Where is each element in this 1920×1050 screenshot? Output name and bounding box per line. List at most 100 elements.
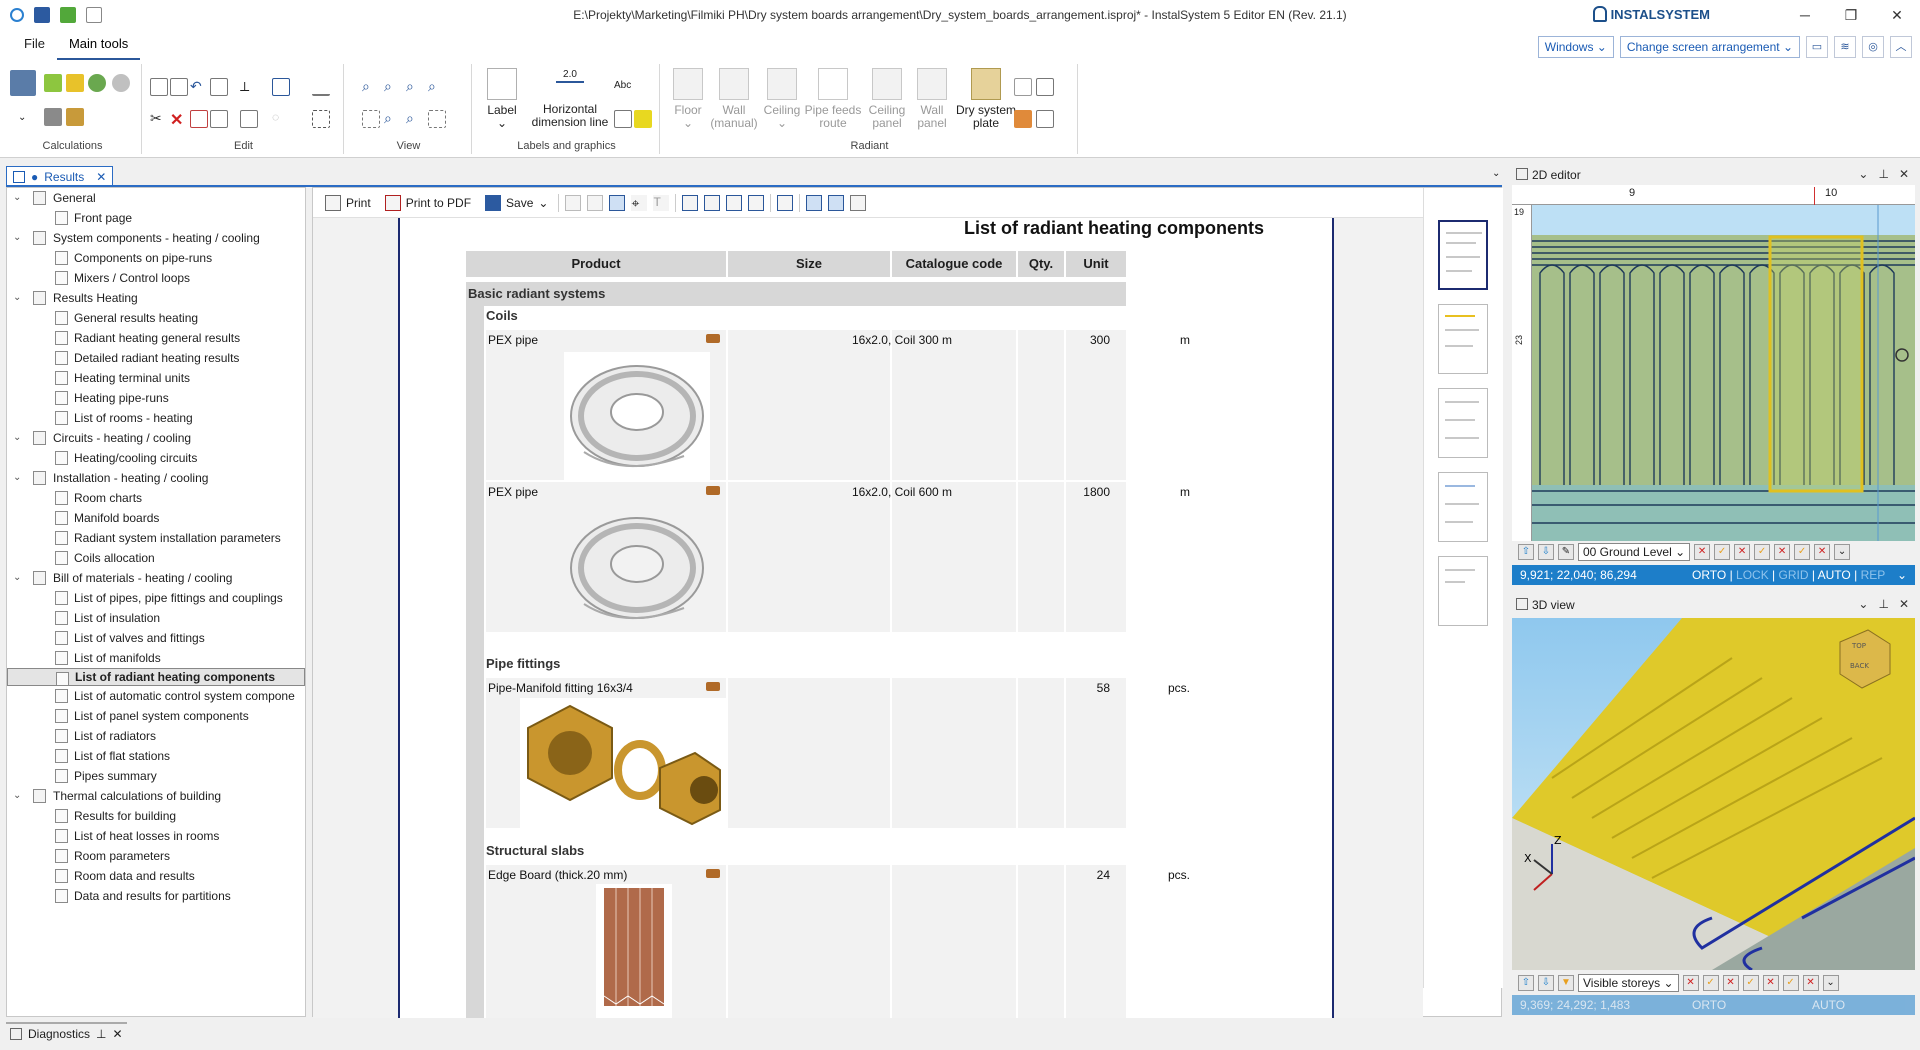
page-thumbnail[interactable]	[1438, 388, 1488, 458]
dry-plate-button[interactable]: Dry system plate	[954, 68, 1018, 130]
calculator-icon[interactable]	[10, 70, 36, 96]
filter-icon[interactable]: ✕	[1802, 975, 1819, 991]
ceiling-button[interactable]: Ceiling ⌄	[760, 68, 804, 130]
select-area-icon[interactable]	[312, 110, 330, 128]
two-page-icon[interactable]	[704, 194, 721, 211]
tree-item[interactable]: Heating terminal units	[7, 368, 305, 388]
diagnostics-tab[interactable]: Diagnostics ⊥ ✕	[6, 1022, 127, 1044]
filter-icon[interactable]: ✕	[1722, 975, 1739, 991]
level-down-icon[interactable]: ⇩	[1538, 975, 1554, 991]
status-menu-icon[interactable]: ⌄	[1897, 565, 1907, 585]
zoom-sel-icon[interactable]: ⌕	[406, 110, 424, 128]
expand-chevron-icon[interactable]: ⌄	[13, 568, 21, 588]
layers-icon[interactable]: ≋	[1834, 36, 1856, 58]
pipe-feeds-button[interactable]: Pipe feeds route	[804, 68, 862, 130]
tree-item[interactable]: Front page	[7, 208, 305, 228]
restore-button[interactable]: ❐	[1828, 0, 1874, 30]
pages-icon[interactable]	[587, 194, 604, 211]
tree-item[interactable]: Detailed radiant heating results	[7, 348, 305, 368]
windows-dropdown[interactable]: Windows ⌄	[1537, 36, 1614, 58]
filter-icon[interactable]: ✓	[1702, 975, 1719, 991]
floor-button[interactable]: Floor ⌄	[668, 68, 708, 130]
mode-orto[interactable]: ORTO	[1692, 995, 1726, 1015]
tree-item[interactable]: Radiant system installation parameters	[7, 528, 305, 548]
calc-radiant-icon[interactable]	[88, 74, 106, 92]
rotate-icon[interactable]: ◌	[272, 110, 290, 128]
cut-icon[interactable]: ✂	[150, 110, 168, 128]
tree-item[interactable]: Room data and results	[7, 866, 305, 886]
menu-main-tools[interactable]: Main tools	[56, 34, 141, 60]
monitor-icon[interactable]: ▭	[1806, 36, 1828, 58]
more-icon[interactable]: ⌄	[1822, 975, 1839, 991]
level-up-icon[interactable]: ⇧	[1518, 544, 1534, 560]
page-thumbnail[interactable]	[1438, 556, 1488, 626]
collapse-ribbon-icon[interactable]: ︿	[1890, 36, 1912, 58]
zoom-all-icon[interactable]: ⌕	[384, 110, 402, 128]
save-report-button[interactable]: Save ⌄	[481, 194, 552, 211]
filter-icon[interactable]: ✓	[1754, 544, 1771, 560]
close-panel-icon[interactable]: ✕	[1899, 597, 1909, 611]
tree-item[interactable]: List of manifolds	[7, 648, 305, 668]
panel-collapse-icon[interactable]: ⌄	[1492, 168, 1500, 179]
tree-item[interactable]: List of flat stations	[7, 746, 305, 766]
level-edit-icon[interactable]: ✎	[1558, 544, 1574, 560]
filter-icon[interactable]: ✓	[1782, 975, 1799, 991]
print-button[interactable]: Print	[321, 194, 375, 211]
wall-panel-button[interactable]: Wall panel	[912, 68, 952, 130]
wall-manual-button[interactable]: Wall (manual)	[710, 68, 758, 130]
undo-icon[interactable]: ↶	[190, 78, 208, 96]
tree-group[interactable]: ⌄ Results Heating	[7, 288, 305, 308]
page-icon[interactable]	[565, 194, 582, 211]
filter-icon[interactable]: ✕	[1694, 544, 1711, 560]
mode-rep[interactable]: REP	[1861, 568, 1886, 582]
filter-icon[interactable]: ✕	[1734, 544, 1751, 560]
ceiling-panel-button[interactable]: Ceiling panel	[864, 68, 910, 130]
grid-table-icon[interactable]	[614, 110, 632, 128]
pipes-icon[interactable]	[44, 108, 62, 126]
tree-item[interactable]: List of pipes, pipe fittings and couplin…	[7, 588, 305, 608]
level-down-icon[interactable]: ⇩	[1538, 544, 1554, 560]
split-icon[interactable]: ⟂	[240, 78, 258, 96]
tree-item[interactable]: Mixers / Control loops	[7, 268, 305, 288]
mode-orto[interactable]: ORTO	[1692, 568, 1726, 582]
dropdown-icon[interactable]: ⌄	[18, 112, 28, 123]
tree-item[interactable]: Heating pipe-runs	[7, 388, 305, 408]
delete-icon[interactable]: ✕	[170, 110, 188, 129]
tree-item[interactable]: Room parameters	[7, 846, 305, 866]
calc-cooling-icon[interactable]	[66, 74, 84, 92]
one-page-icon[interactable]	[682, 194, 699, 211]
tree-item[interactable]: General results heating	[7, 308, 305, 328]
tree-item[interactable]: List of radiant heating components	[7, 668, 305, 686]
level-select[interactable]: 00 Ground Level ⌄	[1578, 543, 1691, 561]
expand-chevron-icon[interactable]: ⌄	[13, 786, 21, 806]
mode-auto[interactable]: AUTO	[1818, 568, 1851, 582]
fit-width-icon[interactable]	[777, 194, 794, 211]
panel-menu-icon[interactable]: ⌄	[1858, 167, 1868, 181]
properties-icon[interactable]	[850, 194, 867, 211]
expand-chevron-icon[interactable]: ⌄	[13, 228, 21, 248]
marker-icon[interactable]	[634, 110, 652, 128]
label-button[interactable]: Label ⌄	[480, 68, 524, 130]
text-style-icon[interactable]: Abc	[614, 80, 644, 98]
settings-icon[interactable]: ◎	[1862, 36, 1884, 58]
zoom-prev-icon[interactable]	[362, 110, 380, 128]
minimize-button[interactable]: ─	[1782, 0, 1828, 30]
page-thumbnail[interactable]	[1438, 472, 1488, 542]
tree-item[interactable]: Manifold boards	[7, 508, 305, 528]
align-icon[interactable]	[272, 78, 290, 96]
tree-item[interactable]: List of radiators	[7, 726, 305, 746]
print-pdf-button[interactable]: Print to PDF	[381, 194, 475, 211]
menu-file[interactable]: File	[12, 34, 57, 60]
thumbnails-icon[interactable]	[806, 194, 823, 211]
catalog-link-icon[interactable]	[706, 869, 720, 878]
filter-icon[interactable]: ✓	[1714, 544, 1731, 560]
catalog-link-icon[interactable]	[706, 334, 720, 343]
tree-group[interactable]: ⌄ Thermal calculations of building	[7, 786, 305, 806]
expand-chevron-icon[interactable]: ⌄	[13, 288, 21, 308]
close-tab-icon[interactable]: ✕	[112, 1027, 122, 1041]
tree-item[interactable]: List of panel system components	[7, 706, 305, 726]
pin-icon[interactable]: ⊥	[1878, 597, 1888, 611]
close-tab-icon[interactable]: ✕	[96, 170, 106, 184]
tree-group[interactable]: ⌄ Circuits - heating / cooling	[7, 428, 305, 448]
filter-icon[interactable]: ✕	[1682, 975, 1699, 991]
